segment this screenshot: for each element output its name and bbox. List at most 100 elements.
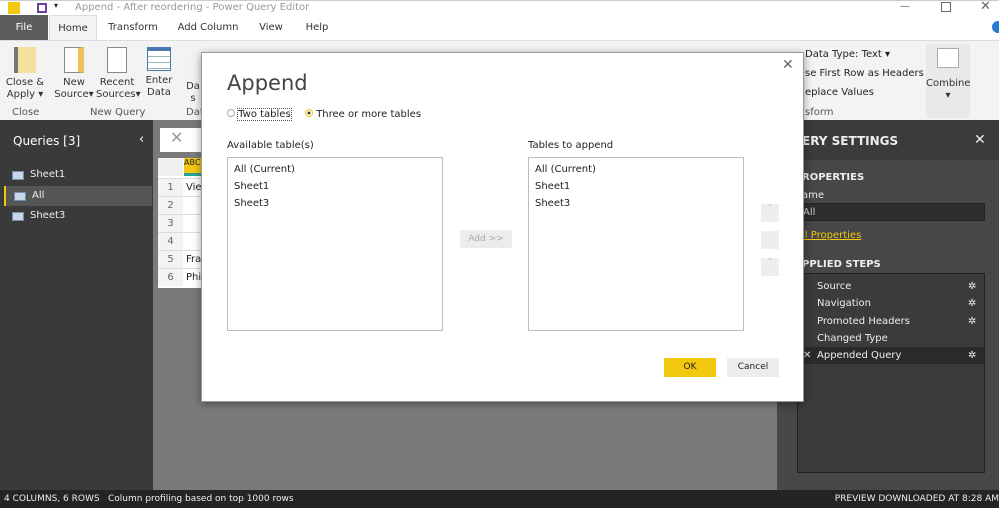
table-row: 5 Fra <box>158 250 203 268</box>
gear-icon[interactable]: ✲ <box>968 278 976 295</box>
replace-values-button[interactable]: eplace Values <box>805 87 874 98</box>
table-icon <box>14 192 26 201</box>
cell[interactable]: Phi <box>183 272 201 283</box>
close-settings-button[interactable]: ✕ <box>974 132 986 148</box>
data-source-settings-button[interactable]: Da s <box>186 81 200 105</box>
name-label: ame <box>802 190 825 201</box>
gear-icon[interactable]: ✲ <box>968 347 976 364</box>
status-bar: 4 COLUMNS, 6 ROWS Column profiling based… <box>0 490 999 508</box>
name-input[interactable]: All <box>800 203 985 221</box>
remove-button[interactable] <box>761 231 779 249</box>
row-number: 1 <box>158 179 183 196</box>
row-number: 3 <box>158 215 183 232</box>
group-label-transform: sform <box>805 107 834 118</box>
list-item[interactable]: Sheet3 <box>535 195 737 212</box>
ribbon-tabs: File Home Transform Add Column View Help <box>0 15 999 40</box>
recent-sources-icon <box>107 47 127 73</box>
table-row: 1 Vie <box>158 178 203 196</box>
add-button[interactable]: Add >> <box>460 230 512 248</box>
ok-button[interactable]: OK <box>664 358 716 377</box>
available-tables-list[interactable]: All (Current) Sheet1 Sheet3 <box>227 157 443 331</box>
list-item[interactable]: Sheet1 <box>234 178 436 195</box>
applied-step[interactable]: Changed Type <box>798 330 984 347</box>
group-label-close: Close <box>12 107 40 118</box>
table-menu-icon[interactable] <box>158 158 183 176</box>
tab-add-column[interactable]: Add Column <box>172 15 244 40</box>
move-up-button[interactable]: ˄ <box>761 204 779 222</box>
row-count: 4 COLUMNS, 6 ROWS <box>4 494 100 504</box>
properties-heading: ROPERTIES <box>802 172 865 183</box>
dialog-close-button[interactable]: ✕ <box>782 57 794 73</box>
tab-view[interactable]: View <box>254 15 288 40</box>
table-icon <box>12 212 24 221</box>
row-number: 5 <box>158 251 183 268</box>
maximize-button[interactable] <box>941 2 951 12</box>
tab-help[interactable]: Help <box>300 15 334 40</box>
table-icon <box>12 171 24 180</box>
table-row: 3Arg <box>158 214 203 246</box>
combine-icon <box>937 48 959 68</box>
title-bar: ▾ Append - After reordering - Power Quer… <box>0 0 999 15</box>
new-source-button[interactable]: New Source▾ <box>54 47 94 101</box>
applied-step[interactable]: Navigation ✲ <box>798 295 984 312</box>
recent-sources-button[interactable]: Recent Sources▾ <box>96 47 141 101</box>
close-apply-icon <box>14 47 36 73</box>
query-item-sheet1[interactable]: Sheet1 <box>4 165 152 185</box>
window-title: Append - After reordering - Power Query … <box>75 2 310 13</box>
list-item[interactable]: Sheet3 <box>234 195 436 212</box>
save-icon[interactable] <box>37 3 47 13</box>
tables-to-append-list[interactable]: All (Current) Sheet1 Sheet3 <box>528 157 744 331</box>
all-properties-link[interactable]: ll Properties <box>802 230 861 241</box>
row-number: 4 <box>158 233 183 250</box>
use-first-row-headers-button[interactable]: se First Row as Headers ▾ <box>805 68 932 79</box>
query-item-sheet3[interactable]: Sheet3 <box>4 206 152 226</box>
combine-button[interactable]: Combine ▾ <box>926 44 970 118</box>
gear-icon[interactable]: ✲ <box>968 313 976 330</box>
formula-bar[interactable]: ✕ <box>160 128 201 152</box>
cell[interactable]: Vie <box>183 182 202 193</box>
applied-step[interactable]: ✕ Appended Query ✲ <box>798 347 984 365</box>
group-label-new-query: New Query <box>90 107 146 118</box>
gear-icon[interactable]: ✲ <box>968 295 976 312</box>
row-number: 2 <box>158 197 183 214</box>
delete-step-icon[interactable]: ✕ <box>803 347 811 364</box>
applied-steps-list: Source ✲ Navigation ✲ Promoted Headers ✲ Chang… <box>797 273 985 473</box>
applied-step[interactable]: Source ✲ <box>798 278 984 295</box>
quick-access-dropdown-icon[interactable]: ▾ <box>54 1 58 10</box>
enter-data-icon <box>147 47 171 71</box>
tables-to-append-label: Tables to append <box>528 140 614 151</box>
tab-file[interactable]: File <box>0 15 48 40</box>
query-settings-panel: ERY SETTINGS ✕ ROPERTIES ame All ll Prop… <box>777 120 999 490</box>
cell[interactable]: Fra <box>183 254 201 265</box>
app-logo-icon <box>8 2 20 14</box>
collapse-queries-button[interactable]: ‹ <box>139 132 144 147</box>
new-source-icon <box>64 47 84 73</box>
append-dialog: ✕ Append Two tables Three or more tables… <box>201 52 804 402</box>
data-type-dropdown[interactable]: Data Type: Text ▾ <box>805 49 890 60</box>
cancel-button[interactable]: Cancel <box>727 358 779 377</box>
tab-home[interactable]: Home <box>49 15 97 40</box>
settings-title: ERY SETTINGS <box>802 134 899 148</box>
table-row: 2Tha <box>158 196 203 228</box>
close-apply-button[interactable]: Close & Apply ▾ <box>4 47 46 101</box>
close-window-button[interactable]: ✕ <box>980 0 991 14</box>
radio-checked-icon <box>305 109 313 117</box>
tab-transform[interactable]: Transform <box>103 15 163 40</box>
radio-three-or-more[interactable]: Three or more tables <box>305 109 421 120</box>
query-item-all[interactable]: All <box>4 186 152 206</box>
applied-steps-heading: PPLIED STEPS <box>802 259 881 270</box>
minimize-button[interactable]: — <box>900 1 910 12</box>
list-item[interactable]: All (Current) <box>234 161 436 178</box>
list-item[interactable]: Sheet1 <box>535 178 737 195</box>
available-tables-label: Available table(s) <box>227 140 314 151</box>
list-item[interactable]: All (Current) <box>535 161 737 178</box>
applied-step[interactable]: Promoted Headers ✲ <box>798 313 984 330</box>
row-number: 6 <box>158 269 183 286</box>
profiling-status[interactable]: Column profiling based on top 1000 rows <box>108 490 294 508</box>
settings-body: ROPERTIES ame All ll Properties PPLIED S… <box>777 160 999 490</box>
help-icon[interactable] <box>992 21 999 33</box>
enter-data-button[interactable]: Enter Data <box>142 47 176 99</box>
queries-panel: Queries [3] ‹ Sheet1 All Sheet3 <box>0 120 153 490</box>
radio-two-tables[interactable]: Two tables <box>227 108 292 121</box>
move-down-button[interactable]: ˅ <box>761 258 779 276</box>
